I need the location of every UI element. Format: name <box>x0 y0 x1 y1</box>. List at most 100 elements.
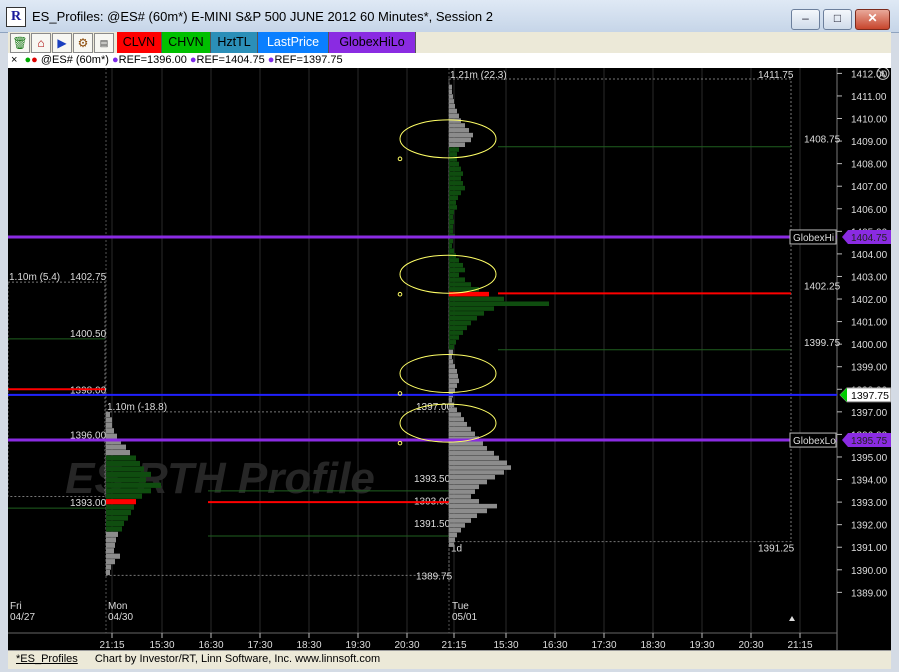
histogram-tue-bar <box>449 103 455 109</box>
price-tick-label: 1391.00 <box>851 543 888 554</box>
hzttl-button[interactable]: HztTL <box>211 32 258 53</box>
histogram-tue-bar <box>449 426 471 432</box>
globex-hi-axis-value: 1404.75 <box>851 233 888 244</box>
home-icon[interactable]: ⌂ <box>31 33 51 53</box>
histogram-tue-bar <box>449 99 454 104</box>
histogram-tue-bar <box>449 523 465 528</box>
globexhilo-button[interactable]: GlobexHiLo <box>329 32 416 53</box>
maximize-button[interactable]: □ <box>823 9 852 30</box>
histogram-tue-bar <box>449 359 453 364</box>
price-tick-label: 1408.00 <box>851 160 888 171</box>
price-tick-label: 1389.00 <box>851 588 888 599</box>
price-axis <box>837 68 891 652</box>
histogram-mon-bar <box>106 417 112 423</box>
histogram-tue-bar <box>449 513 477 519</box>
symbol-label[interactable]: @ES# (60m*) <box>41 54 109 66</box>
price-tick-label: 1411.00 <box>851 92 887 103</box>
credit-text: Chart by Investor/RT, Linn Software, Inc… <box>94 653 381 665</box>
histogram-tue-bar <box>449 214 453 220</box>
day-date-label: 04/30 <box>108 612 133 623</box>
histogram-mon-bar <box>106 471 151 477</box>
profile-level-label: 1393.50 <box>414 474 451 485</box>
trash-icon[interactable]: 🗑 <box>10 33 30 53</box>
histogram-tue-bar <box>449 243 452 249</box>
histogram-tue-bar <box>449 364 455 369</box>
histogram-tue-bar <box>449 407 457 413</box>
histogram-tue-bar <box>449 282 471 287</box>
histogram-mon-bar <box>106 520 124 527</box>
histogram-tue-bar <box>449 301 549 307</box>
profile-level-label: 1408.75 <box>804 135 841 146</box>
profile-high-tue: 1411.75 <box>758 70 794 81</box>
histogram-tue-bar <box>449 330 463 335</box>
histogram-tue-bar <box>449 287 479 292</box>
histogram-mon-bar <box>106 504 134 510</box>
price-tick-label: 1402.00 <box>851 295 888 306</box>
histogram-tue-bar <box>449 200 456 205</box>
histogram-tue-bar <box>449 340 456 345</box>
histogram-tue-bar <box>449 219 454 225</box>
histogram-tue-bar <box>449 378 459 384</box>
histogram-tue-bar <box>449 311 484 316</box>
chart-tab[interactable]: *ES_Profiles <box>16 653 78 665</box>
histogram-tue-bar <box>449 142 465 148</box>
symbol-info-bar: × ●● @ES# (60m*) ●REF=1396.00 ●REF=1404.… <box>8 53 891 69</box>
histogram-tue-bar <box>449 209 454 215</box>
histogram-tue-bar <box>449 262 463 268</box>
profile-level-label: 1399.75 <box>804 338 841 349</box>
histogram-tue-bar <box>449 431 475 437</box>
histogram-tue-bar <box>449 470 504 475</box>
histogram-mon-bar <box>106 559 115 565</box>
close-chart-icon[interactable]: × <box>11 54 17 66</box>
histogram-tue-bar <box>449 94 453 99</box>
profile-header-fri: 1.10m (5.4) <box>9 272 60 283</box>
ref-value-2: REF=1404.75 <box>196 54 265 66</box>
chvn-button[interactable]: CHVN <box>162 32 211 53</box>
ref-dot-icon: ● <box>189 54 197 66</box>
histogram-tue-bar <box>449 108 457 114</box>
histogram-mon-bar <box>106 537 116 543</box>
histogram-tue-bar <box>449 325 467 331</box>
clvn-button[interactable]: CLVN <box>117 32 162 53</box>
price-tick-label: 1403.00 <box>851 272 888 283</box>
histogram-tue-bar <box>449 542 454 547</box>
histogram-tue-bar <box>449 166 461 172</box>
lastprice-button[interactable]: LastPrice <box>258 32 329 53</box>
histogram-tue-bar <box>449 161 459 167</box>
ref-value-1: REF=1396.00 <box>118 54 187 66</box>
profile-level-label: 1402.25 <box>804 281 841 292</box>
histogram-tue-bar <box>449 190 461 196</box>
histogram-tue-bar <box>449 383 457 388</box>
profile-chart[interactable]: ES RTH Profile 1.10m (5.4) 1402.75 1400.50… <box>7 66 892 652</box>
histogram-tue-bar <box>449 137 471 143</box>
day-name-label: Fri <box>10 601 22 612</box>
histogram-mon-bar <box>106 444 126 450</box>
histogram-tue-bar <box>449 460 507 466</box>
price-tick-label: 1401.00 <box>851 318 888 329</box>
close-button[interactable]: ✕ <box>855 9 890 30</box>
histogram-tue-bar <box>449 446 487 451</box>
gear-icon[interactable]: ⚙ <box>73 33 93 53</box>
histogram-tue-bar <box>449 508 487 514</box>
table-icon[interactable]: ▤ <box>94 33 114 53</box>
minimize-button[interactable]: – <box>791 9 820 30</box>
histogram-tue-bar <box>449 267 465 273</box>
profile-level-label: 1393.00 <box>70 498 107 509</box>
histogram-tue-bar <box>449 397 452 403</box>
status-dot-red-icon: ● <box>31 54 38 66</box>
histogram-mon-bar <box>106 531 118 537</box>
histogram-tue-bar <box>449 320 471 326</box>
histogram-tue-bar <box>449 489 475 494</box>
histogram-tue-bar <box>449 494 471 499</box>
ref-value-3: REF=1397.75 <box>274 54 343 66</box>
play-icon[interactable]: ▶ <box>52 33 72 53</box>
histogram-tue-bar <box>449 238 453 244</box>
status-bar: *ES_Profiles Chart by Investor/RT, Linn … <box>8 650 891 669</box>
price-tick-label: 1406.00 <box>851 205 888 216</box>
histogram-tue-bar <box>449 89 452 95</box>
histogram-tue-bar <box>449 181 463 186</box>
histogram-mon-bar <box>106 526 122 532</box>
histogram-tue-bar <box>449 128 469 133</box>
title-bar: R ES_Profiles: @ES# (60m*) E-MINI S&P 50… <box>0 0 899 33</box>
profile-low-mon: 1389.75 <box>416 571 453 582</box>
